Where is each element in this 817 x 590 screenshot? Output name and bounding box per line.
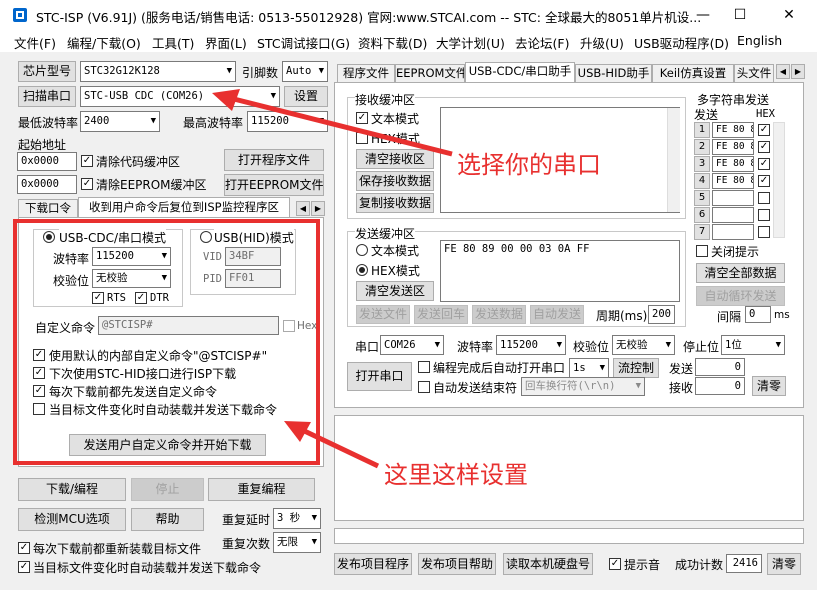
annotation-set-here: 这里这样设置: [384, 461, 528, 489]
annotation-arrows: [212, 89, 453, 469]
arrow-select-port: [221, 93, 453, 157]
arrow-set-here: [294, 424, 380, 469]
annotation-select-port: 选择你的串口: [457, 151, 601, 179]
arrow-head-select-port: [212, 89, 240, 111]
